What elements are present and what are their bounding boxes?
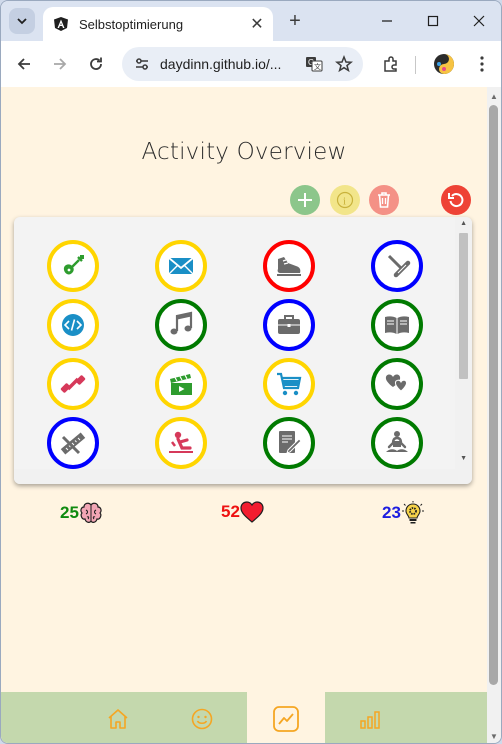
bar-chart-icon [360,710,380,729]
profile-avatar-icon[interactable] [432,52,456,76]
tab-title: Selbstoptimierung [79,16,184,32]
plus-icon [298,193,312,207]
music-note-icon [170,311,193,335]
info-button[interactable]: i [330,185,360,215]
page-title: Activity Overview [141,139,347,165]
nav-mood[interactable] [176,692,228,743]
activity-reading[interactable] [371,299,423,351]
browser-tab[interactable]: Selbstoptimierung ✕ [43,7,273,41]
nav-stats[interactable] [344,692,396,743]
stat-ideas: 23 [382,501,425,525]
activity-design[interactable] [47,417,99,469]
add-activity-button[interactable] [290,185,320,215]
home-icon [108,708,128,729]
activity-coding[interactable] [47,299,99,351]
grid-scroll-up-icon[interactable]: ▲ [460,220,467,227]
running-shoe-icon [277,257,301,276]
sit-up-icon [169,431,193,453]
stat-heart: 52 [221,501,264,523]
tab-strip: Selbstoptimierung ✕ + [1,1,501,41]
tab-search-icon[interactable] [9,8,35,34]
bottom-navigation [1,692,487,743]
kebab-menu-icon[interactable] [470,52,494,76]
activity-writing[interactable] [263,417,315,469]
squeegee-cleaning-icon [387,254,411,278]
shopping-cart-icon [277,372,302,396]
scrollbar-corner [455,469,472,484]
brain-icon [80,502,102,523]
dumbbell-icon [60,375,86,393]
activity-fitness[interactable] [47,358,99,410]
new-tab-icon[interactable]: + [283,9,307,33]
ruler-pencil-icon [60,432,86,455]
minimize-icon[interactable] [373,9,401,33]
delete-button[interactable] [369,185,399,215]
page-content: Activity Overview i ▲ ▼ 25 52 23 [1,87,487,743]
page-scroll-down-icon[interactable]: ▼ [489,731,499,741]
activity-cleaning[interactable] [371,240,423,292]
meditation-icon [386,431,408,452]
close-icon[interactable]: ✕ [247,14,267,34]
activity-grid-card: ▲ ▼ [14,217,472,484]
lightbulb-gear-icon [401,501,424,524]
page-scroll-up-icon[interactable]: ▲ [489,91,499,101]
writing-icon [279,431,302,454]
browser-toolbar: daydinn.github.io/... G文 [1,41,501,87]
mail-icon [168,257,194,275]
stat-mind: 25 [60,501,103,525]
heart-icon [240,501,264,523]
clapperboard-icon [170,374,192,395]
window-close-icon[interactable] [465,9,493,33]
trash-icon [378,192,390,208]
info-icon: i [336,191,354,209]
stat-mind-value: 25 [60,503,79,522]
activity-guitar[interactable] [47,240,99,292]
reload-icon[interactable] [83,51,109,77]
activity-situps[interactable] [155,417,207,469]
grid-horizontal-scrollbar[interactable] [14,469,455,484]
activity-grid [14,217,455,469]
activity-mail[interactable] [155,240,207,292]
extensions-icon[interactable] [379,52,403,76]
activity-work[interactable] [263,299,315,351]
activity-shopping[interactable] [263,358,315,410]
stat-heart-value: 52 [221,502,240,521]
stat-ideas-value: 23 [382,503,401,522]
page-scroll-thumb[interactable] [489,105,498,685]
grid-scroll-thumb[interactable] [459,233,468,379]
activity-running[interactable] [263,240,315,292]
activity-relationships[interactable] [371,358,423,410]
code-icon [62,314,84,336]
grid-scroll-down-icon[interactable]: ▼ [460,455,467,462]
nav-activity[interactable] [247,692,325,743]
nav-home[interactable] [92,692,144,743]
toolbar-separator [415,56,416,74]
address-bar[interactable]: daydinn.github.io/... G文 [122,47,363,81]
svg-text:文: 文 [314,62,321,71]
browser-window: Selbstoptimierung ✕ + daydinn.github.io/… [0,0,502,744]
maximize-icon[interactable] [419,9,447,33]
activity-movies[interactable] [155,358,207,410]
angular-favicon [53,16,69,32]
url-text: daydinn.github.io/... [160,56,282,72]
reset-button[interactable] [441,185,471,215]
smiley-icon [191,708,213,729]
undo-icon [448,193,464,208]
back-icon[interactable] [11,51,37,77]
activity-music[interactable] [155,299,207,351]
hearts-icon [385,374,408,392]
site-settings-icon[interactable] [132,54,152,74]
open-book-icon [385,316,409,334]
svg-text:i: i [343,196,346,208]
trend-chart-icon [273,705,299,732]
activity-meditation[interactable] [371,417,423,469]
briefcase-icon [278,315,300,334]
forward-icon[interactable] [47,51,73,77]
bookmark-star-icon[interactable] [333,53,355,75]
translate-icon[interactable]: G文 [303,53,325,75]
guitar-icon [63,255,84,275]
